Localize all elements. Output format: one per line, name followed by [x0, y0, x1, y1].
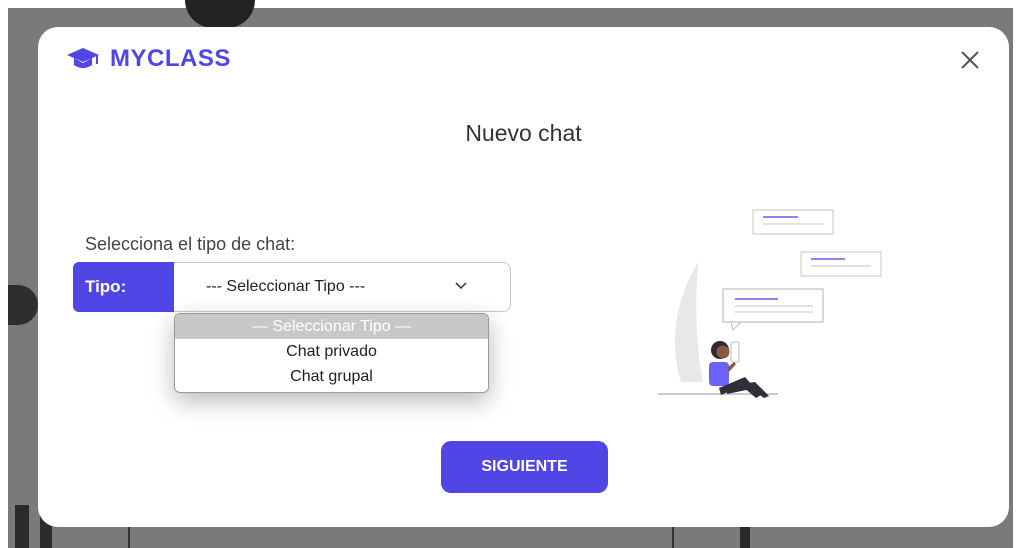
next-button[interactable]: SIGUIENTE	[441, 441, 608, 493]
dropdown-option-private-chat[interactable]: Chat privado	[175, 339, 488, 364]
background-edge	[0, 0, 1019, 8]
new-chat-modal: MYCLASS Nuevo chat Selecciona el tipo de…	[38, 27, 1009, 527]
close-icon[interactable]	[959, 49, 981, 71]
graduation-cap-icon	[67, 48, 99, 68]
background-figure	[15, 505, 29, 548]
chat-type-selected-value: --- Seleccionar Tipo ---	[206, 278, 366, 295]
background-edge	[0, 0, 8, 548]
brand-name: MYCLASS	[110, 45, 231, 72]
chat-illustration	[658, 209, 882, 398]
chat-type-label: Tipo:	[73, 262, 174, 312]
chat-type-field: Tipo: --- Seleccionar Tipo ---	[73, 262, 511, 312]
background-figure	[8, 285, 38, 325]
chat-type-prompt: Selecciona el tipo de chat:	[85, 234, 296, 254]
dropdown-option-group-chat[interactable]: Chat grupal	[175, 364, 488, 389]
modal-title: Nuevo chat	[465, 120, 582, 146]
chat-type-select[interactable]: --- Seleccionar Tipo ---	[174, 262, 511, 312]
chevron-down-icon	[455, 282, 467, 290]
background-figure	[185, 0, 255, 28]
brand-logo: MYCLASS	[66, 45, 231, 73]
chat-type-dropdown: — Seleccionar Tipo — Chat privado Chat g…	[174, 313, 489, 393]
dropdown-option-placeholder: — Seleccionar Tipo —	[175, 314, 488, 339]
background-edge	[1013, 0, 1019, 548]
